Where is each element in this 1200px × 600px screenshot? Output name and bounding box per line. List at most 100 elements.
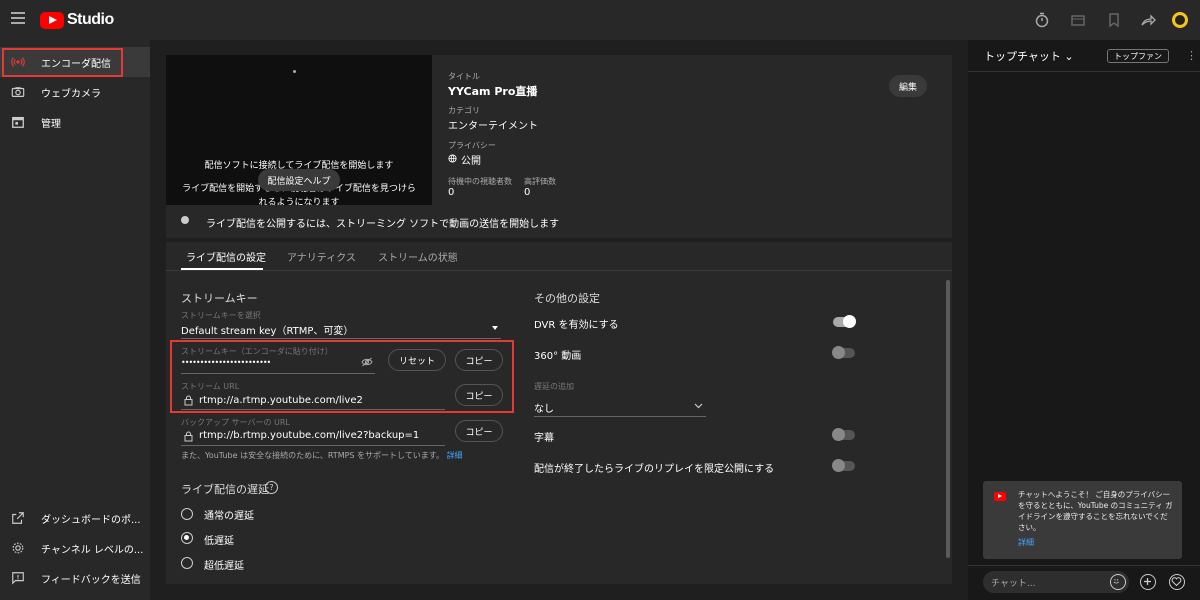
normal-latency-label: 通常の遅延	[204, 511, 254, 522]
stream-title: YYCam Pro直播	[448, 85, 538, 98]
sidebar-item-label: ダッシュボードのポ...	[41, 514, 141, 526]
title-label: タイトル	[448, 72, 480, 81]
stream-url-field[interactable]: rtmp://a.rtmp.youtube.com/live2	[199, 395, 363, 406]
live-signal-icon	[11, 57, 25, 67]
emoji-icon[interactable]	[1110, 574, 1126, 590]
active-tab-indicator	[181, 268, 263, 270]
radio-normal-latency[interactable]	[181, 508, 193, 520]
visibility-off-icon[interactable]	[361, 357, 373, 367]
dropdown-arrow-icon[interactable]	[492, 326, 498, 330]
menu-icon[interactable]	[11, 12, 25, 24]
chat-input[interactable]: チャット...	[983, 571, 1129, 593]
feedback-icon	[12, 572, 24, 585]
other-settings-title: その他の設定	[534, 292, 600, 305]
edit-button[interactable]: 編集	[889, 75, 927, 97]
privacy-label: プライバシー	[448, 141, 496, 150]
captions-toggle[interactable]	[832, 428, 855, 441]
camera-icon	[11, 87, 25, 97]
bookmark-icon[interactable]	[1106, 12, 1122, 28]
likes-count: 0	[524, 187, 531, 198]
select-underline	[181, 338, 501, 339]
stream-key-section-title: ストリームキー	[181, 292, 258, 305]
clip-icon[interactable]	[1070, 12, 1086, 28]
add-icon[interactable]	[1140, 574, 1156, 590]
sidebar-item-webcam[interactable]: ウェブカメラ	[0, 77, 150, 107]
youtube-icon	[994, 492, 1006, 501]
sidebar-item-feedback[interactable]: フィードバックを送信	[0, 563, 150, 593]
copy-key-button[interactable]: コピー	[455, 349, 503, 371]
video360-toggle[interactable]	[832, 346, 855, 359]
category-label: カテゴリ	[448, 106, 480, 115]
stream-url-label: ストリーム URL	[181, 382, 240, 391]
chat-learn-more-link[interactable]: 詳細	[1018, 537, 1034, 548]
status-dot	[181, 216, 189, 224]
key-underline	[181, 373, 375, 374]
sidebar-item-manage[interactable]: 管理	[0, 107, 150, 137]
delay-underline	[534, 416, 706, 417]
video360-label: 360° 動画	[534, 351, 582, 362]
dvr-label: DVR を有効にする	[534, 320, 619, 331]
footnote-text: また、YouTube は安全な接続のために、RTMPS をサポートしています。	[181, 451, 445, 460]
sidebar-item-label: エンコーダ配信	[41, 58, 111, 70]
more-vert-icon[interactable]: ⋮	[1186, 49, 1197, 62]
low-latency-label: 低遅延	[204, 536, 234, 547]
sidebar-item-label: フィードバックを送信	[41, 574, 141, 586]
avatar[interactable]	[1172, 12, 1188, 28]
stream-key-field[interactable]: ••••••••••••••••••••••••	[181, 358, 271, 367]
chat-mode-select[interactable]: トップチャット ⌄	[984, 48, 1074, 64]
replay-toggle[interactable]	[832, 459, 855, 472]
stream-key-label: ストリームキー（エンコーダに貼り付け）	[181, 347, 333, 356]
top-bar: Studio	[0, 0, 1200, 40]
gear-icon	[12, 542, 24, 554]
youtube-logo-icon	[40, 11, 64, 29]
replay-label: 配信が終了したらライブのリプレイを限定公開にする	[534, 464, 775, 475]
backup-underline	[181, 445, 445, 446]
delay-select[interactable]: なし	[534, 400, 554, 415]
chat-welcome-text: チャットへようこそ！ ご自身のプライバシーを守るとともに、YouTube のコミ…	[1018, 490, 1173, 532]
sidebar-item-label: チャンネル レベルの...	[41, 544, 144, 556]
backup-url-field[interactable]: rtmp://b.rtmp.youtube.com/live2?backup=1	[199, 430, 419, 441]
external-link-icon	[12, 512, 24, 524]
stream-key-select[interactable]: Default stream key（RTMP、可変）	[181, 322, 353, 337]
chevron-down-icon[interactable]	[694, 403, 703, 409]
sidebar-item-encoder[interactable]: エンコーダ配信	[0, 47, 150, 77]
delay-label: 遅延の追加	[534, 382, 574, 391]
stream-key-select-label: ストリームキーを選択	[181, 311, 261, 320]
waiting-viewers-label: 待機中の視聴者数	[448, 177, 512, 186]
captions-label: 字幕	[534, 433, 554, 444]
latency-title: ライブ配信の遅延	[181, 483, 269, 496]
radio-low-latency[interactable]	[181, 532, 193, 544]
brand-text: Studio	[67, 11, 114, 28]
sidebar-item-channel-settings[interactable]: チャンネル レベルの...	[0, 533, 150, 563]
lock-icon	[184, 431, 193, 442]
copy-url-button[interactable]: コピー	[455, 384, 503, 406]
timer-icon[interactable]	[1034, 12, 1050, 28]
studio-logo[interactable]: Studio	[40, 11, 114, 29]
chevron-down-icon: ⌄	[1064, 50, 1074, 63]
help-icon[interactable]: ?	[265, 481, 278, 494]
status-message: ライブ配信を公開するには、ストリーミング ソフトで動画の送信を開始します	[206, 219, 560, 230]
loading-dot	[293, 70, 296, 73]
tab-stream-settings[interactable]: ライブ配信の設定	[186, 249, 266, 264]
reset-button[interactable]: リセット	[388, 349, 446, 371]
sidebar-item-label: ウェブカメラ	[41, 88, 101, 100]
tab-stream-health[interactable]: ストリームの状態	[378, 249, 458, 264]
radio-ultra-low-latency[interactable]	[181, 557, 193, 569]
heart-icon[interactable]	[1169, 574, 1185, 590]
scrollbar[interactable]	[946, 280, 950, 558]
chat-title-text: トップチャット	[984, 50, 1061, 63]
stream-privacy: 公開	[461, 156, 481, 167]
stream-setup-help-button[interactable]: 配信設定ヘルプ	[258, 169, 340, 191]
stream-category: エンターテイメント	[448, 121, 538, 132]
copy-backup-url-button[interactable]: コピー	[455, 420, 503, 442]
learn-more-link[interactable]: 詳細	[447, 451, 463, 460]
share-icon[interactable]	[1140, 12, 1156, 28]
dvr-toggle[interactable]	[833, 315, 856, 328]
tabs-divider	[166, 270, 952, 271]
lock-icon	[184, 395, 193, 406]
sidebar-item-dashboard[interactable]: ダッシュボードのポ...	[0, 503, 150, 533]
top-fan-button[interactable]: トップファン	[1107, 49, 1169, 63]
tab-analytics[interactable]: アナリティクス	[287, 249, 356, 264]
rtmps-footnote: また、YouTube は安全な接続のために、RTMPS をサポートしています。 …	[181, 450, 463, 461]
ultra-low-latency-label: 超低遅延	[204, 561, 244, 572]
